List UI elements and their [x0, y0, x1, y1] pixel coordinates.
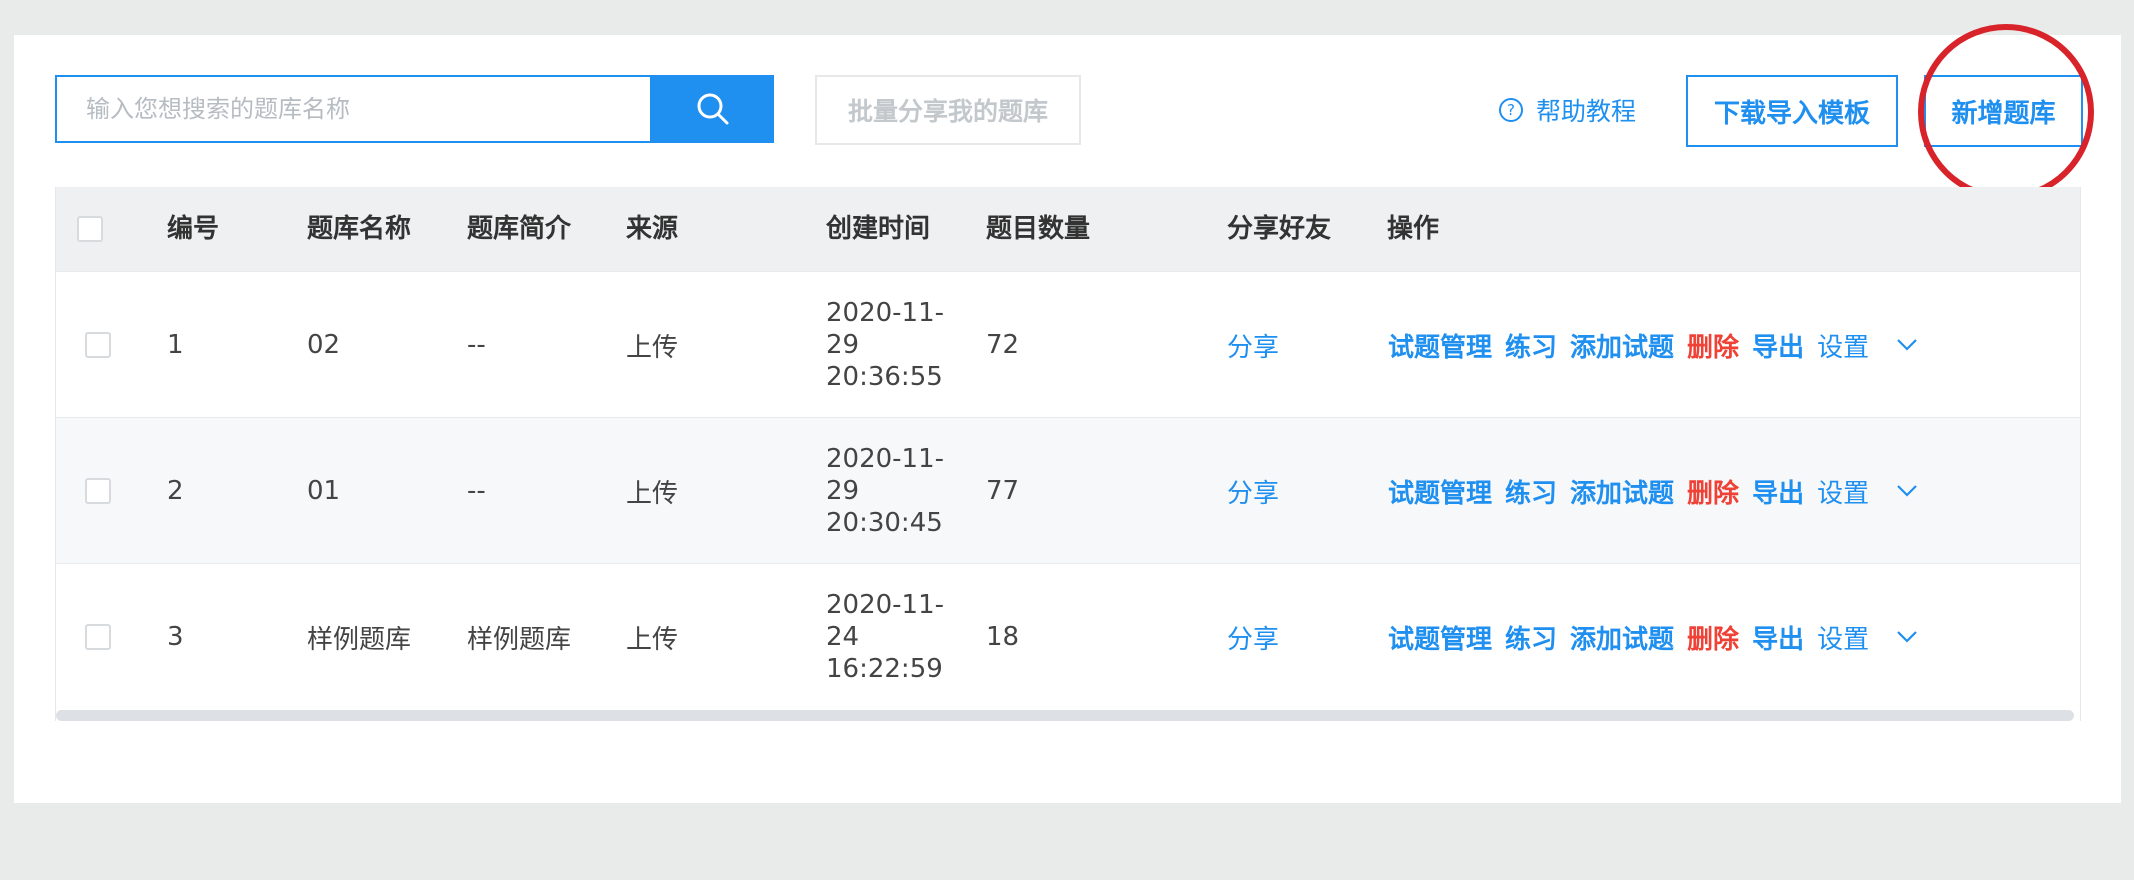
chevron-down-icon[interactable] — [1896, 630, 1918, 644]
cell-id: 1 — [167, 330, 184, 360]
cell-source: 上传 — [626, 624, 679, 655]
practice-link[interactable]: 练习 — [1505, 473, 1557, 510]
header-source: 来源 — [626, 214, 679, 244]
cell-created: 2020-11-29 20:30:45 — [826, 444, 945, 538]
practice-link[interactable]: 练习 — [1505, 327, 1557, 364]
delete-link[interactable]: 删除 — [1687, 327, 1739, 364]
horizontal-scrollbar[interactable] — [56, 710, 2074, 721]
header-id: 编号 — [167, 214, 220, 244]
question-circle-icon: ? — [1499, 98, 1523, 122]
row-actions: 试题管理 练习 添加试题 删除 导出 设置 — [1388, 272, 1918, 418]
search-icon — [697, 93, 729, 125]
add-question-link[interactable]: 添加试题 — [1570, 619, 1674, 656]
settings-link[interactable]: 设置 — [1817, 473, 1869, 510]
cell-count: 77 — [986, 476, 1020, 506]
header-share: 分享好友 — [1227, 214, 1332, 244]
table-row: 3 样例题库 样例题库 上传 2020-11-24 16:22:59 18 分享… — [56, 563, 2080, 709]
row-checkbox[interactable] — [85, 624, 111, 650]
help-link[interactable]: ? 帮助教程 — [1499, 92, 1636, 128]
delete-link[interactable]: 删除 — [1687, 473, 1739, 510]
chevron-down-icon[interactable] — [1896, 484, 1918, 498]
cell-id: 2 — [167, 476, 184, 506]
table-row: 1 02 -- 上传 2020-11-29 20:36:55 72 分享 试题管… — [56, 271, 2080, 417]
download-template-button[interactable]: 下载导入模板 — [1686, 75, 1898, 147]
cell-name: 01 — [307, 476, 341, 506]
row-checkbox[interactable] — [85, 478, 111, 504]
manage-questions-link[interactable]: 试题管理 — [1388, 619, 1492, 656]
row-actions: 试题管理 练习 添加试题 删除 导出 设置 — [1388, 564, 1918, 710]
help-label: 帮助教程 — [1536, 97, 1637, 126]
header-count: 题目数量 — [986, 214, 1091, 244]
settings-link[interactable]: 设置 — [1817, 327, 1869, 364]
manage-questions-link[interactable]: 试题管理 — [1388, 327, 1492, 364]
row-actions: 试题管理 练习 添加试题 删除 导出 设置 — [1388, 418, 1918, 564]
delete-link[interactable]: 删除 — [1687, 619, 1739, 656]
cell-created: 2020-11-29 20:36:55 — [826, 298, 945, 392]
export-link[interactable]: 导出 — [1752, 473, 1804, 510]
settings-link[interactable]: 设置 — [1817, 619, 1869, 656]
header-actions: 操作 — [1387, 214, 1440, 244]
header-name: 题库名称 — [307, 214, 412, 244]
search-input[interactable] — [84, 94, 628, 124]
manage-questions-link[interactable]: 试题管理 — [1388, 473, 1492, 510]
select-all-checkbox[interactable] — [77, 216, 103, 242]
header-intro: 题库简介 — [467, 214, 572, 244]
cell-source: 上传 — [626, 478, 679, 509]
question-bank-table: 编号 题库名称 题库简介 来源 创建时间 题目数量 分享好友 操作 1 02 -… — [55, 187, 2081, 721]
chevron-down-icon[interactable] — [1896, 338, 1918, 352]
add-question-link[interactable]: 添加试题 — [1570, 327, 1674, 364]
search-button[interactable] — [652, 75, 774, 143]
new-question-bank-button[interactable]: 新增题库 — [1924, 75, 2083, 147]
add-question-link[interactable]: 添加试题 — [1570, 473, 1674, 510]
cell-name: 02 — [307, 330, 341, 360]
cell-created: 2020-11-24 16:22:59 — [826, 590, 945, 684]
cell-intro: 样例题库 — [467, 624, 572, 655]
cell-intro: -- — [467, 330, 486, 360]
export-link[interactable]: 导出 — [1752, 619, 1804, 656]
export-link[interactable]: 导出 — [1752, 327, 1804, 364]
search-box — [55, 75, 652, 143]
table-row: 2 01 -- 上传 2020-11-29 20:30:45 77 分享 试题管… — [56, 417, 2080, 563]
cell-count: 72 — [986, 330, 1020, 360]
table-header: 编号 题库名称 题库简介 来源 创建时间 题目数量 分享好友 操作 — [56, 187, 2080, 271]
cell-id: 3 — [167, 622, 184, 652]
cell-intro: -- — [467, 476, 486, 506]
practice-link[interactable]: 练习 — [1505, 619, 1557, 656]
header-created: 创建时间 — [826, 214, 931, 244]
row-checkbox[interactable] — [85, 332, 111, 358]
cell-name: 样例题库 — [307, 624, 412, 655]
share-link[interactable]: 分享 — [1227, 564, 1279, 710]
batch-share-button[interactable]: 批量分享我的题库 — [815, 75, 1081, 145]
share-link[interactable]: 分享 — [1227, 418, 1279, 564]
share-link[interactable]: 分享 — [1227, 272, 1279, 418]
cell-count: 18 — [986, 622, 1020, 652]
cell-source: 上传 — [626, 332, 679, 363]
